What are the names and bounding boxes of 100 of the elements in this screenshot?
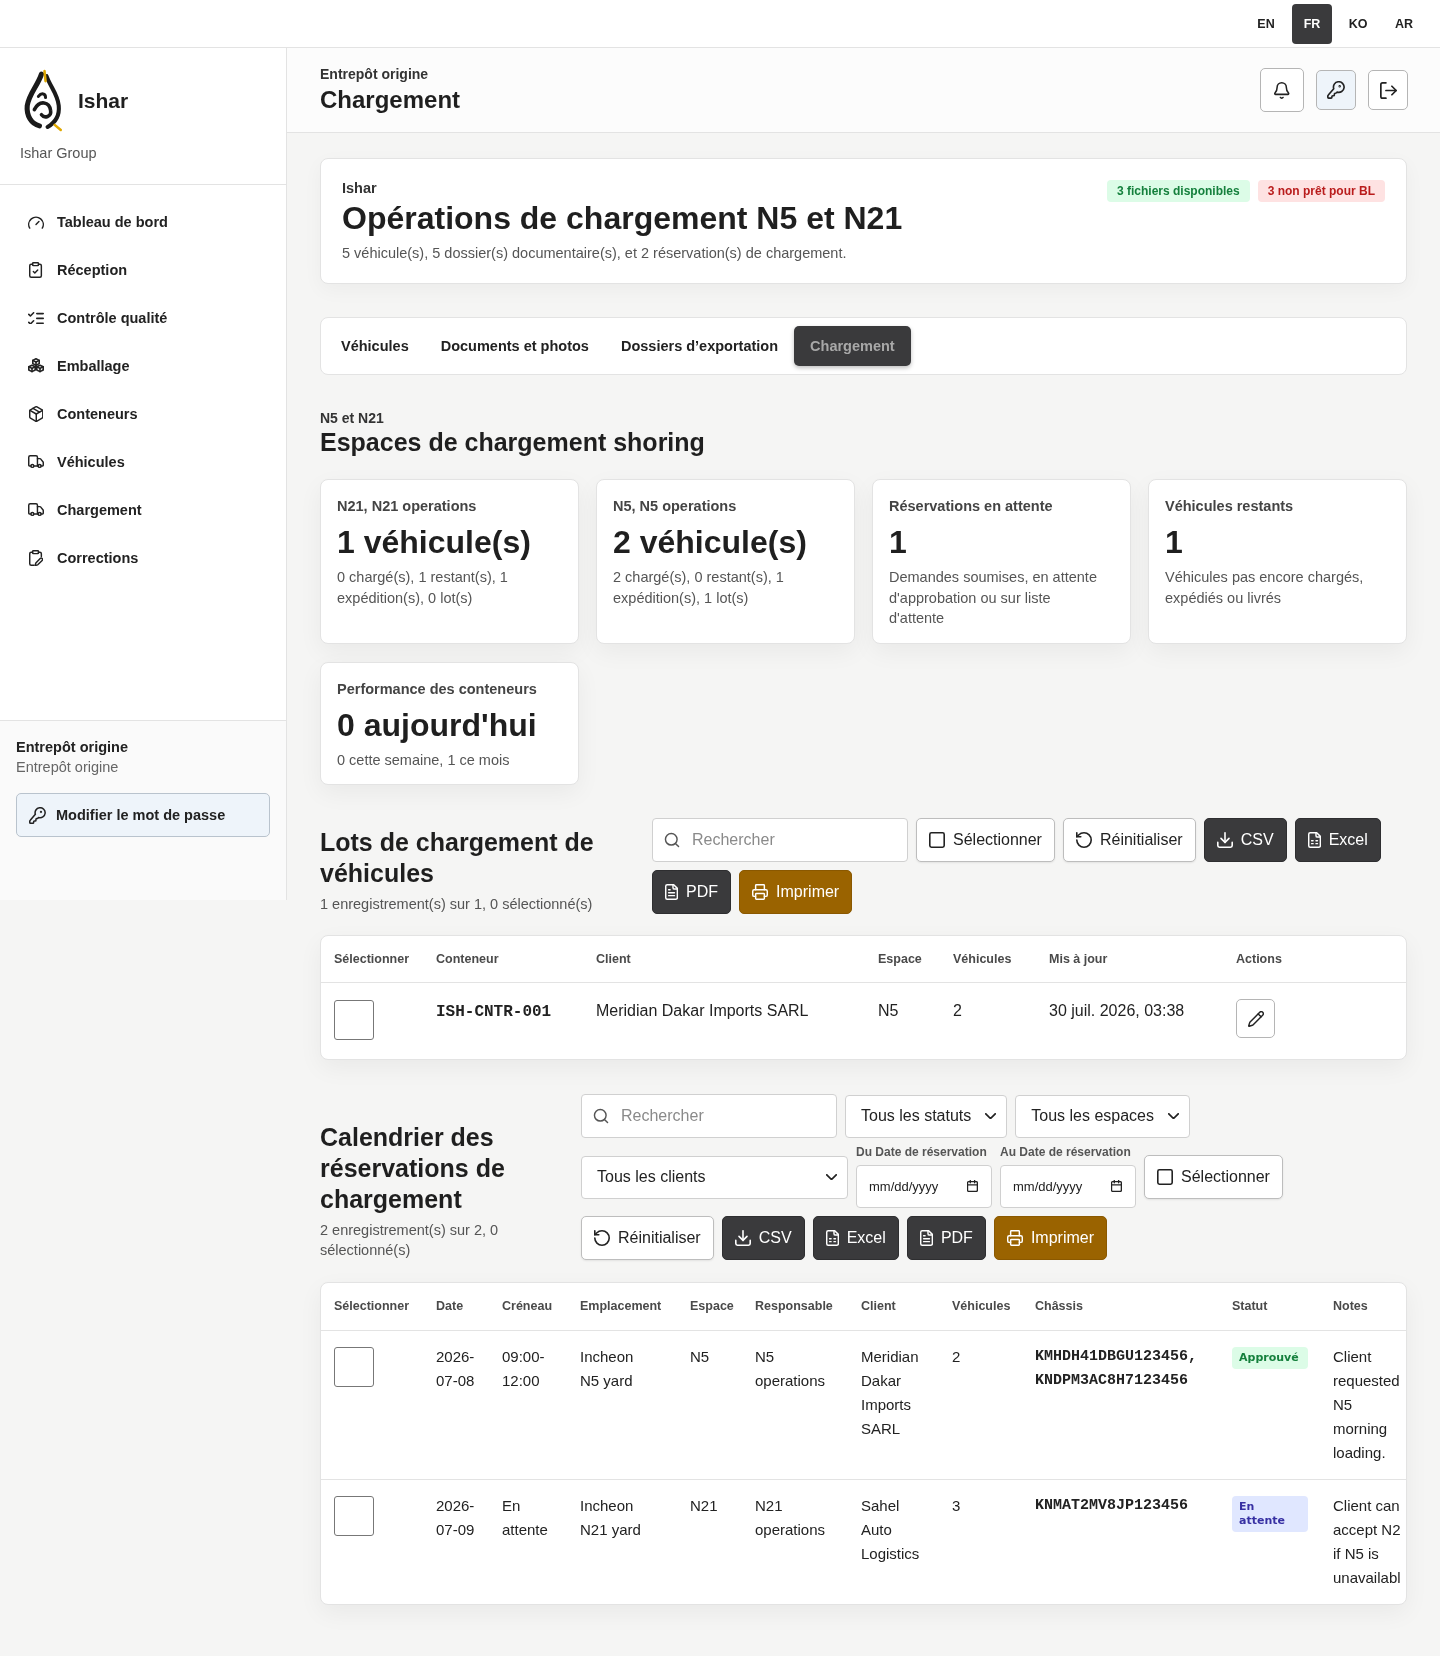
pdf-export-button[interactable]: PDF [906, 1216, 986, 1260]
boxes-icon [28, 358, 44, 374]
stat-value: 2 véhicule(s) [613, 523, 807, 562]
tab[interactable]: Chargement [794, 326, 911, 366]
stat-detail: 0 cette semaine, 1 ce mois [337, 750, 510, 770]
filter-dropdown[interactable]: Tous les espaces [1015, 1094, 1190, 1138]
nav-item[interactable]: Tableau de bord [27, 211, 168, 233]
calendar-icon [1111, 1180, 1122, 1192]
filter-dropdown[interactable]: Tous les clients [581, 1155, 848, 1199]
checklist-icon [28, 311, 44, 325]
search-icon [664, 832, 680, 848]
chevron-down-icon [1168, 1112, 1179, 1120]
owner-name: N21 operations [755, 1496, 827, 1540]
search-field[interactable]: Rechercher [581, 1094, 837, 1138]
row-checkbox[interactable] [334, 1347, 374, 1387]
user-name: Entrepôt origine [16, 738, 128, 757]
section-title: Espaces de chargement shoring [320, 427, 705, 457]
date-label: Au Date de réservation [1000, 1146, 1131, 1159]
nav-item[interactable]: Emballage [27, 355, 130, 377]
stat-label: Véhicules restants [1165, 497, 1294, 516]
nav-item[interactable]: Réception [27, 259, 128, 281]
reset-button[interactable]: Réinitialiser [1062, 818, 1196, 862]
time-slot: En attente [502, 1494, 557, 1542]
truck-icon [28, 503, 44, 517]
row-checkbox[interactable] [334, 1000, 374, 1040]
status-badge: Approuvé [1232, 1347, 1308, 1369]
notifications-button[interactable] [1260, 68, 1304, 112]
column-header: Créneau [502, 1299, 553, 1313]
language-option[interactable]: KO [1338, 3, 1378, 44]
checkbox-icon [929, 832, 945, 848]
booking-date: 2026-07-08 [436, 1347, 476, 1391]
chevron-down-icon [985, 1112, 997, 1120]
stat-detail: 2 chargé(s), 0 restant(s), 1 expédition(s), 1 lot(s) [613, 568, 785, 608]
excel-export-button[interactable]: Excel [812, 1216, 899, 1260]
owner-name: N5 operations [755, 1347, 827, 1391]
row-checkbox[interactable] [334, 1496, 374, 1536]
checkbox-icon [1157, 1169, 1173, 1185]
stat-detail: Demandes soumises, en attente d'approbation ou sur liste d'attente [889, 568, 1098, 628]
summary-title: Opérations de chargement N5 et N21 [342, 199, 903, 237]
print-button[interactable]: Imprimer [993, 1216, 1107, 1260]
vehicle-count: 3 [952, 1496, 961, 1516]
print-button[interactable]: Imprimer [739, 870, 853, 914]
circular-arrow-icon [1075, 832, 1092, 848]
download-icon [734, 1230, 751, 1246]
excel-export-button[interactable]: Excel [1294, 818, 1381, 862]
tab[interactable]: Véhicules [325, 326, 425, 366]
language-option[interactable]: EN [1246, 3, 1286, 44]
stat-detail: Véhicules pas encore chargés, expédiés ou livrés [1165, 568, 1365, 608]
date-field[interactable]: mm/dd/yyyy [856, 1165, 992, 1208]
column-header: Châssis [1035, 1299, 1083, 1313]
section-eyebrow: N5 et N21 [320, 409, 384, 427]
language-option[interactable]: FR [1292, 3, 1332, 44]
printer-icon [1006, 1230, 1023, 1246]
column-header: Véhicules [952, 1299, 1011, 1313]
date-field[interactable]: mm/dd/yyyy [1000, 1165, 1136, 1208]
client-name: Meridian Dakar Imports SARL [861, 1347, 920, 1439]
logout-button[interactable] [1368, 70, 1408, 110]
select-button[interactable]: Sélectionner [1144, 1155, 1283, 1199]
brand-logo-icon [23, 69, 64, 132]
nav-item[interactable]: Contrôle qualité [27, 307, 168, 329]
status-badge: En attente [1232, 1496, 1308, 1532]
chevron-down-icon [826, 1173, 837, 1181]
stat-label: Réservations en attente [889, 497, 1053, 516]
vehicle-count: 2 [953, 1002, 962, 1019]
space-name: N5 [878, 1002, 899, 1019]
language-option[interactable]: AR [1384, 3, 1424, 44]
filter-dropdown[interactable]: Tous les statuts [845, 1094, 1008, 1138]
change-password-button[interactable]: Modifier le mot de passe [16, 793, 270, 837]
booking-notes: Client requested N5 morning loading. [1333, 1347, 1401, 1463]
organization-name: Ishar Group [20, 144, 97, 162]
nav-item[interactable]: Véhicules [27, 451, 125, 473]
reset-button[interactable]: Réinitialiser [581, 1216, 714, 1260]
stat-value: 1 véhicule(s) [337, 523, 531, 562]
pdf-export-button[interactable]: PDF [652, 870, 732, 914]
circular-arrow-icon [594, 1230, 610, 1246]
pencil-icon [1247, 1010, 1264, 1027]
stat-value: 1 [1165, 523, 1183, 562]
select-button[interactable]: Sélectionner [916, 818, 1055, 862]
summary-eyebrow: Ishar [342, 179, 377, 197]
column-header: Statut [1232, 1299, 1268, 1313]
client-name: Meridian Dakar Imports SARL [596, 1002, 809, 1019]
tab[interactable]: Dossiers d’exportation [604, 326, 795, 366]
nav-item[interactable]: Chargement [27, 499, 142, 521]
booking-notes: Client can accept N2 if N5 is unavailabl [1333, 1496, 1402, 1588]
status-badge: 3 fichiers disponibles [1106, 180, 1250, 202]
edit-button[interactable] [1236, 999, 1275, 1038]
user-role: Entrepôt origine [16, 758, 119, 777]
nav-item[interactable]: Corrections [27, 547, 139, 569]
location-name: Incheon N5 yard [580, 1347, 635, 1391]
column-header: Actions [1236, 952, 1282, 966]
csv-export-button[interactable]: CSV [721, 1216, 805, 1260]
tab[interactable]: Documents et photos [424, 326, 605, 366]
key-button[interactable] [1316, 70, 1356, 110]
csv-export-button[interactable]: CSV [1203, 818, 1287, 862]
nav-item[interactable]: Conteneurs [27, 403, 138, 425]
container-id: ISH-CNTR-001 [436, 1003, 552, 1021]
column-header: Mis à jour [1049, 952, 1108, 966]
search-field[interactable]: Rechercher [652, 818, 908, 862]
section-title: Lots de chargement de véhicules [320, 827, 595, 889]
stat-value: 0 aujourd'hui [337, 705, 537, 745]
